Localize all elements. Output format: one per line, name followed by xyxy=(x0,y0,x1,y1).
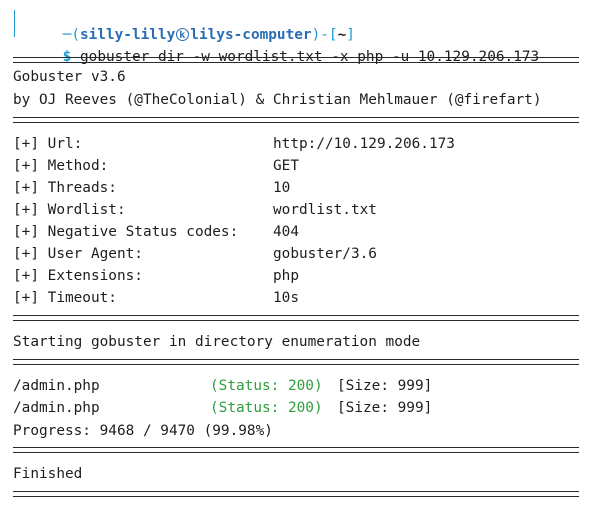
config-key: [+] Method: xyxy=(13,158,109,174)
separator xyxy=(13,117,579,123)
config-value: 10s xyxy=(273,290,299,306)
config-value: http://10.129.206.173 xyxy=(273,136,455,152)
result-row: /admin.php (Status: 200) [Size: 999] xyxy=(0,397,598,419)
separator xyxy=(13,315,579,321)
config-row-timeout: [+] Timeout: 10s xyxy=(0,287,598,309)
result-row: /admin.php (Status: 200) [Size: 999] xyxy=(0,375,598,397)
config-row-method: [+] Method: GET xyxy=(0,155,598,177)
config-row-threads: [+] Threads: 10 xyxy=(0,177,598,199)
separator xyxy=(13,57,579,63)
config-value: php xyxy=(273,268,299,284)
config-key: [+] Extensions: xyxy=(13,268,143,284)
config-row-negative-status: [+] Negative Status codes: 404 xyxy=(0,221,598,243)
result-size: [Size: 999] xyxy=(337,400,433,416)
result-path: /admin.php xyxy=(13,400,100,416)
mode-line: Starting gobuster in directory enumerati… xyxy=(13,334,421,350)
config-value: 404 xyxy=(273,224,299,240)
config-row-user-agent: [+] User Agent: gobuster/3.6 xyxy=(0,243,598,265)
progress-line: Progress: 9468 / 9470 (99.98%) xyxy=(13,423,273,439)
result-status: (Status: 200) xyxy=(210,400,323,416)
config-row-url: [+] Url: http://10.129.206.173 xyxy=(0,133,598,155)
banner-authors: by OJ Reeves (@TheColonial) & Christian … xyxy=(13,92,542,108)
config-key: [+] Threads: xyxy=(13,180,117,196)
config-row-extensions: [+] Extensions: php xyxy=(0,265,598,287)
config-value: gobuster/3.6 xyxy=(273,246,377,262)
prompt-header: ─(silly-lillylilys-computer)-[~] xyxy=(28,2,355,47)
separator xyxy=(13,359,579,365)
prompt-corner-line xyxy=(14,10,27,37)
banner-title: Gobuster v3.6 xyxy=(13,69,126,85)
result-path: /admin.php xyxy=(13,378,100,394)
config-value: GET xyxy=(273,158,299,174)
finished-line: Finished xyxy=(13,466,83,482)
config-key: [+] Url: xyxy=(13,136,83,152)
command-line: $ gobuster dir -w wordlist.txt -x php -u… xyxy=(28,24,540,65)
config-key: [+] Timeout: xyxy=(13,290,117,306)
terminal-window[interactable]: ─(silly-lillylilys-computer)-[~] $ gobus… xyxy=(0,0,598,510)
config-key: [+] Wordlist: xyxy=(13,202,126,218)
separator xyxy=(13,447,579,453)
result-size: [Size: 999] xyxy=(337,378,433,394)
config-value: wordlist.txt xyxy=(273,202,377,218)
config-key: [+] User Agent: xyxy=(13,246,143,262)
config-key: [+] Negative Status codes: xyxy=(13,224,239,240)
config-value: 10 xyxy=(273,180,291,196)
config-row-wordlist: [+] Wordlist: wordlist.txt xyxy=(0,199,598,221)
result-status: (Status: 200) xyxy=(210,378,323,394)
separator xyxy=(13,491,579,497)
